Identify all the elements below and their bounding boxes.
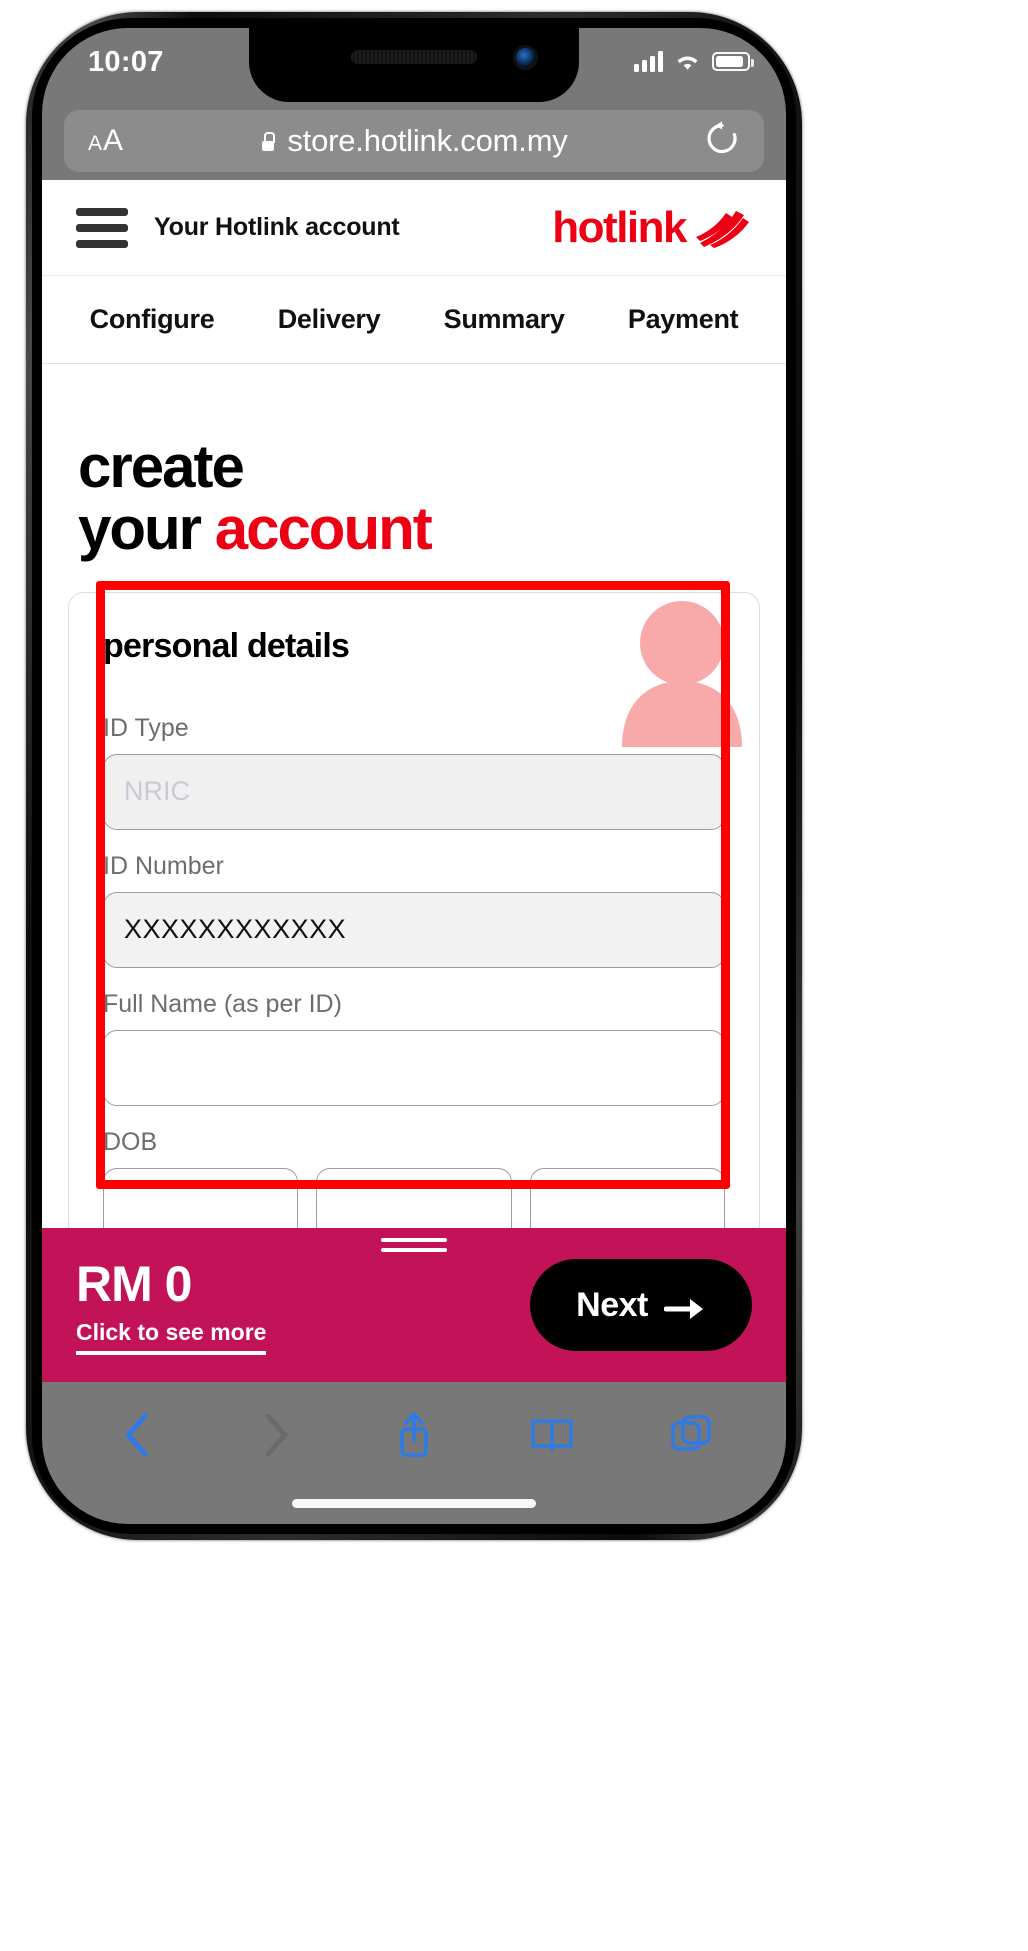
cellular-signal-icon — [634, 50, 663, 72]
site-header: Your Hotlink account hotlink — [42, 180, 786, 276]
status-bar-clock: 10:07 — [88, 46, 164, 78]
tab-payment[interactable]: Payment — [628, 304, 739, 335]
next-button-label: Next — [576, 1285, 648, 1324]
tab-summary[interactable]: Summary — [444, 304, 565, 335]
device-notch — [249, 28, 579, 102]
hamburger-menu-icon[interactable] — [76, 207, 128, 248]
drag-handle-icon[interactable] — [381, 1238, 447, 1258]
full-name-input[interactable] — [103, 1029, 725, 1106]
back-button[interactable] — [112, 1410, 162, 1460]
forward-button — [251, 1410, 301, 1460]
tab-delivery[interactable]: Delivery — [278, 304, 381, 335]
status-bar-indicators — [634, 50, 754, 72]
hotlink-swoosh-icon — [696, 207, 752, 249]
cart-summary: RM 0 Click to see more — [76, 1255, 267, 1355]
url-text: store.hotlink.com.my — [287, 123, 568, 158]
earpiece-speaker-icon — [351, 50, 477, 64]
bookmarks-button[interactable] — [527, 1410, 577, 1460]
account-title: Your Hotlink account — [154, 213, 400, 241]
tabs-button[interactable] — [666, 1410, 716, 1460]
see-more-link[interactable]: Click to see more — [76, 1319, 267, 1355]
tab-configure[interactable]: Configure — [90, 304, 215, 335]
id-type-select[interactable]: NRIC — [103, 753, 725, 830]
hero-line-2-plain: your — [78, 494, 215, 562]
safari-url-bar[interactable]: A A store.hotlink.com.my — [64, 110, 764, 172]
hotlink-wordmark: hotlink — [552, 202, 687, 252]
page-title: create your account — [42, 364, 786, 570]
webpage-viewport: Your Hotlink account hotlink Configure D… — [42, 180, 786, 1300]
personal-details-card: personal details ID Type NRIC ID Number … — [68, 591, 760, 1297]
screenshot-stage: 10:07 A A store.hotlink.com.my Your Hotl… — [0, 0, 1028, 1951]
field-id-number: ID Number XXXXXXXXXXXX — [103, 852, 725, 968]
label-id-number: ID Number — [103, 851, 224, 880]
form-card-wrapper: personal details ID Type NRIC ID Number … — [42, 570, 786, 1297]
battery-icon — [712, 51, 754, 71]
hero-line-2-accent: account — [214, 494, 433, 562]
phone-device-frame: 10:07 A A store.hotlink.com.my Your Hotl… — [26, 12, 802, 1540]
phone-screen: 10:07 A A store.hotlink.com.my Your Hotl… — [42, 28, 786, 1524]
sticky-cart-bar: RM 0 Click to see more Next — [42, 1228, 786, 1382]
person-avatar-icon — [617, 597, 747, 747]
id-number-input[interactable]: XXXXXXXXXXXX — [103, 891, 725, 968]
reload-icon[interactable] — [706, 121, 738, 161]
checkout-step-tabs: Configure Delivery Summary Payment — [42, 276, 786, 364]
hero-line-1: create — [78, 433, 245, 500]
url-display[interactable]: store.hotlink.com.my — [64, 123, 764, 159]
hotlink-logo[interactable]: hotlink — [552, 203, 752, 253]
label-dob: DOB — [103, 1127, 158, 1156]
cart-total-price: RM 0 — [76, 1256, 192, 1312]
share-button[interactable] — [389, 1410, 439, 1460]
arrow-right-icon — [663, 1292, 706, 1319]
front-camera-icon — [516, 48, 535, 67]
label-full-name: Full Name (as per ID) — [103, 989, 342, 1018]
home-indicator[interactable] — [292, 1499, 536, 1508]
field-dob: DOB — [103, 1128, 725, 1244]
wifi-icon — [674, 51, 701, 72]
safari-bottom-toolbar — [42, 1382, 786, 1524]
field-full-name: Full Name (as per ID) — [103, 990, 725, 1106]
lock-icon — [260, 131, 276, 151]
next-button[interactable]: Next — [530, 1259, 752, 1351]
